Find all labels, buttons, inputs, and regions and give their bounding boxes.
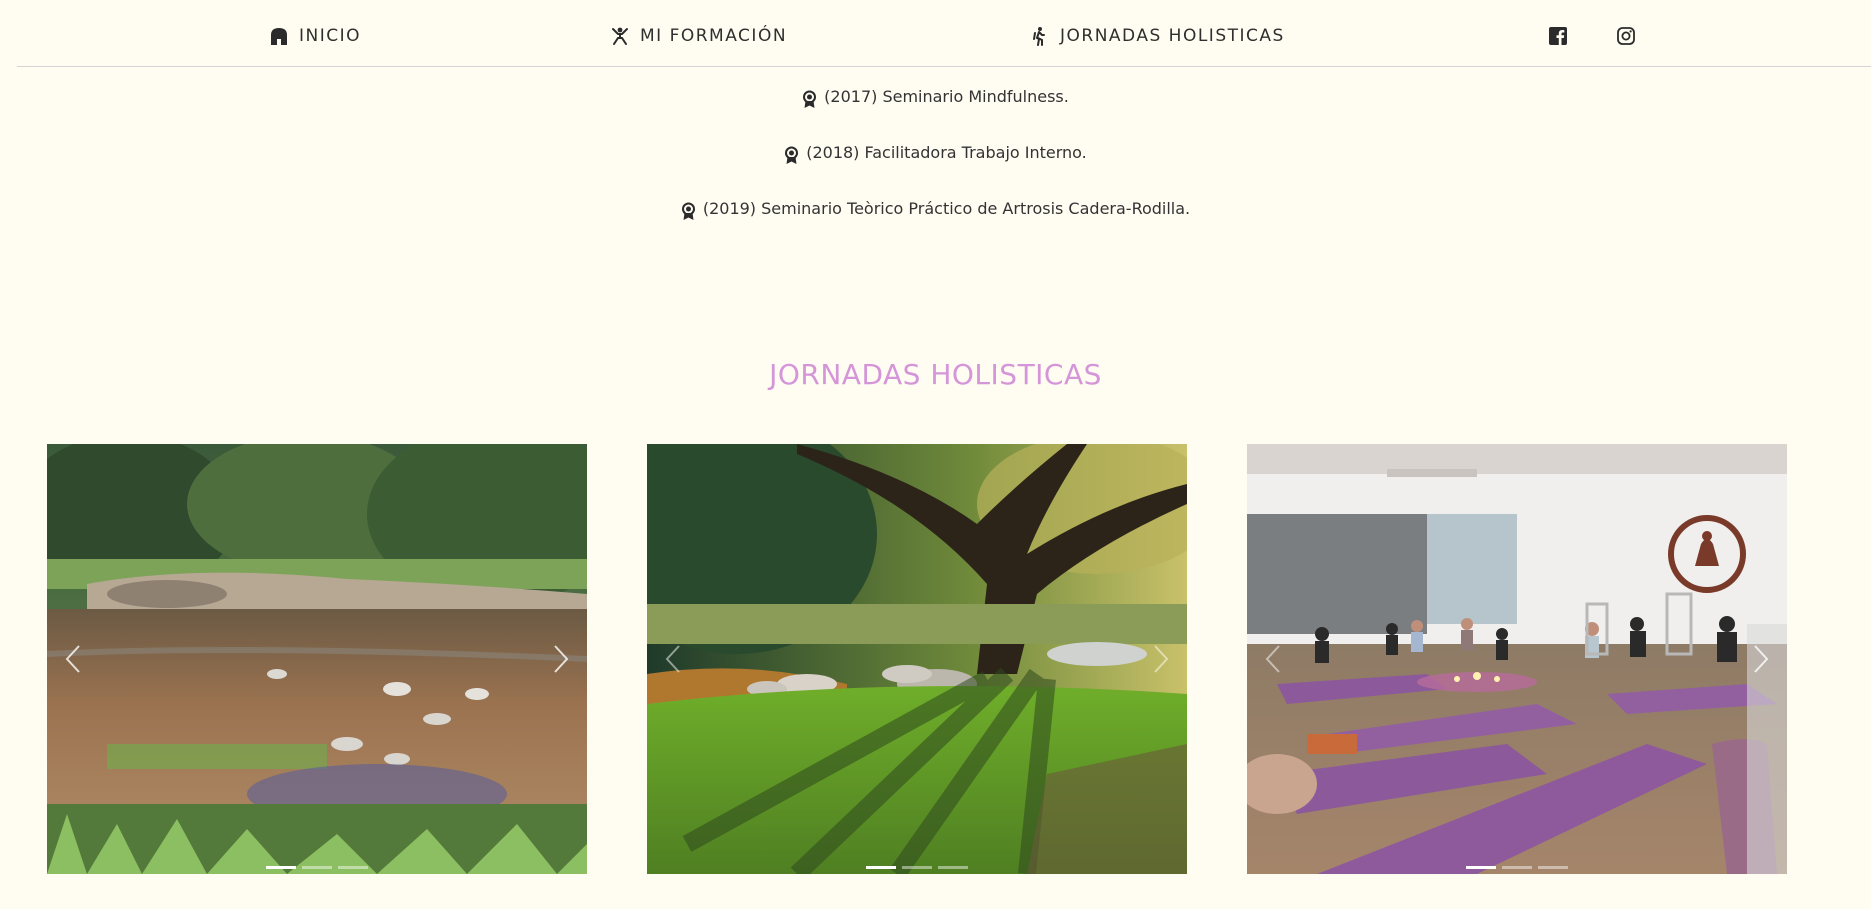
carousel-indicator[interactable] (938, 866, 968, 869)
carousel-indicator[interactable] (266, 866, 296, 869)
certification-text: (2019) Seminario Teòrico Práctico de Art… (702, 198, 1191, 218)
facebook-icon (1549, 27, 1567, 45)
carousel-prev-button[interactable] (1259, 642, 1289, 676)
carousel-indicators (47, 866, 587, 869)
chevron-right-icon (1754, 645, 1769, 673)
nav-item-label: MI FORMACIÓN (640, 26, 788, 46)
nav-item-jornadas-holisticas[interactable]: JORNADAS HOLISTICAS (1030, 25, 1285, 47)
carousel-indicators (1247, 866, 1787, 869)
carousel-indicator[interactable] (302, 866, 332, 869)
carousel-next-button[interactable] (545, 642, 575, 676)
carousel-tree[interactable] (647, 444, 1187, 874)
instagram-link[interactable] (1615, 25, 1637, 47)
certification-item: (2019) Seminario Teòrico Práctico de Art… (0, 198, 1871, 222)
certification-item: (2017) Seminario Mindfulness. (0, 86, 1871, 110)
facebook-link[interactable] (1547, 25, 1569, 47)
carousel-indicator[interactable] (866, 866, 896, 869)
award-icon (785, 146, 799, 164)
chevron-right-icon (554, 645, 569, 673)
nav-item-label: INICIO (299, 26, 362, 46)
nav-item-mi-formacion[interactable]: MI FORMACIÓN (610, 25, 787, 47)
chevron-right-icon (1154, 645, 1169, 673)
nav-item-inicio[interactable]: INICIO (269, 25, 361, 47)
carousel-indicators (647, 866, 1187, 869)
carousel-indicator[interactable] (902, 866, 932, 869)
chevron-left-icon (665, 645, 680, 673)
carousel-prev-button[interactable] (59, 642, 89, 676)
carousel-indicator[interactable] (1538, 866, 1568, 869)
certification-text: (2018) Facilitadora Trabajo Interno. (806, 142, 1087, 162)
carousel-prev-button[interactable] (659, 642, 689, 676)
certification-item: (2018) Facilitadora Trabajo Interno. (0, 142, 1871, 166)
carousel-river[interactable] (47, 444, 587, 874)
chevron-left-icon (65, 645, 80, 673)
nav-item-label: JORNADAS HOLISTICAS (1060, 26, 1285, 46)
carousel-indicator[interactable] (1502, 866, 1532, 869)
tree-photo (647, 444, 1187, 874)
yoga-class-photo (1247, 444, 1787, 874)
award-icon (681, 202, 695, 220)
carousel-indicator[interactable] (1466, 866, 1496, 869)
meditation-icon (612, 27, 628, 45)
certification-text: (2017) Seminario Mindfulness. (824, 86, 1069, 106)
river-photo (47, 444, 587, 874)
award-icon (803, 90, 817, 108)
top-navbar: INICIO MI FORMACIÓN JORNADAS HOLISTICAS (17, 0, 1871, 67)
hiking-icon (1033, 27, 1045, 46)
carousel-yoga[interactable] (1247, 444, 1787, 874)
chevron-left-icon (1265, 645, 1280, 673)
home-icon (271, 28, 287, 45)
carousel-next-button[interactable] (1145, 642, 1175, 676)
carousel-next-button[interactable] (1745, 642, 1775, 676)
carousel-indicator[interactable] (338, 866, 368, 869)
section-title: JORNADAS HOLISTICAS (769, 358, 1102, 391)
instagram-icon (1617, 27, 1635, 45)
